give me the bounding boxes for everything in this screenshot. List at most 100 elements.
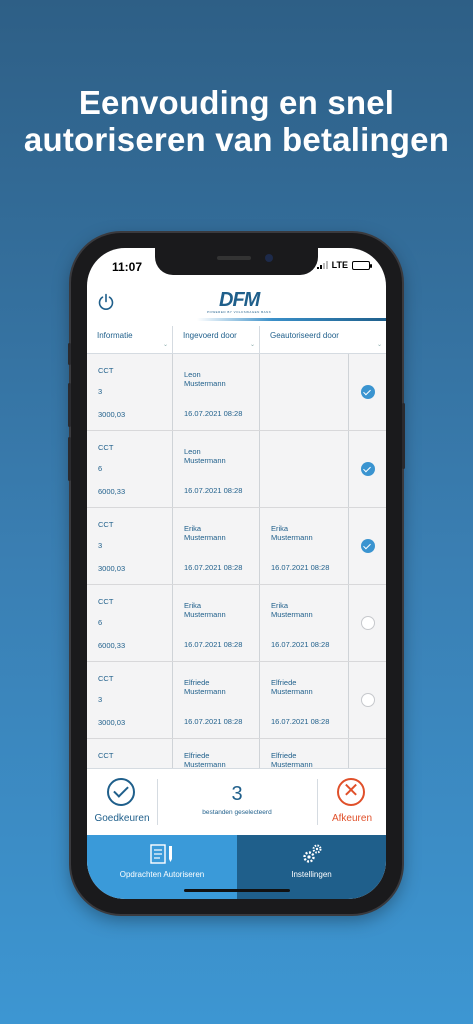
authorized-by-name: Elfriede Mustermann xyxy=(271,678,313,696)
column-header-info[interactable]: Informatie ⌄ xyxy=(87,326,173,353)
entered-by-name: Erika Mustermann xyxy=(184,601,226,619)
entered-date: 16.07.2021 08:28 xyxy=(184,563,243,572)
payment-count: 3 xyxy=(98,387,103,396)
cell-entered-by: Erika Mustermann 16.07.2021 08:28 xyxy=(173,508,260,584)
cell-entered-by: Leon Mustermann 16.07.2021 08:28 xyxy=(173,431,260,507)
authorized-date: 16.07.2021 08:28 xyxy=(271,717,330,726)
authorized-by-name: Elfriede Mustermann xyxy=(271,751,313,768)
table-row[interactable]: CCT 3 3000,03 Erika Mustermann 16.07.2021… xyxy=(87,508,386,585)
payment-type: CCT xyxy=(98,366,114,375)
signal-icon xyxy=(316,261,328,269)
payment-count: 3 xyxy=(98,541,103,550)
cell-info: CCT 3 3000,03 xyxy=(87,354,173,430)
cell-entered-by: Leon Mustermann 16.07.2021 08:28 xyxy=(173,354,260,430)
row-checkbox-checked[interactable] xyxy=(361,385,375,399)
column-header-entered-by[interactable]: Ingevoerd door ⌄ xyxy=(173,326,260,353)
home-indicator xyxy=(184,889,290,892)
tab-authorize-label: Opdrachten Autoriseren xyxy=(119,870,205,879)
cell-entered-by: Elfriede Mustermann xyxy=(173,739,260,768)
cell-info: CCT 3 3000,03 xyxy=(87,508,173,584)
logo-text: DFM xyxy=(219,289,260,311)
phone-mute-switch xyxy=(68,343,71,365)
gears-icon xyxy=(302,844,321,863)
payment-count: 6 xyxy=(98,464,103,473)
app-header: DFM POWERED BY VOLKSWAGEN BANK xyxy=(87,284,386,321)
payment-amount: 3000,03 xyxy=(98,410,126,419)
front-camera xyxy=(265,254,273,262)
payment-count: 3 xyxy=(98,695,103,704)
payment-type: CCT xyxy=(98,597,114,606)
cell-info: CCT 6 6000,33 xyxy=(87,431,173,507)
network-label: LTE xyxy=(331,260,348,270)
entered-by-name: Leon Mustermann xyxy=(184,370,226,388)
document-edit-icon xyxy=(150,844,172,864)
header-accent-stripe xyxy=(197,318,386,321)
sort-icon: ⌄ xyxy=(162,342,168,348)
entered-date: 16.07.2021 08:28 xyxy=(184,409,243,418)
authorized-by-name: Erika Mustermann xyxy=(271,601,313,619)
row-checkbox-checked[interactable] xyxy=(361,462,375,476)
check-circle-icon xyxy=(107,778,135,806)
status-indicators: LTE xyxy=(316,260,372,270)
battery-icon xyxy=(352,260,372,270)
approve-label: Goedkeuren xyxy=(94,813,150,824)
table-row[interactable]: CCT Elfriede Mustermann Elfriede Musterman… xyxy=(87,739,386,768)
payment-count: 6 xyxy=(98,618,103,627)
entered-date: 16.07.2021 08:28 xyxy=(184,486,243,495)
close-circle-icon[interactable]: ✕ xyxy=(337,778,365,806)
column-header-entered-label: Ingevoerd door xyxy=(183,331,237,340)
phone-volume-down xyxy=(68,437,71,481)
table-row[interactable]: CCT 6 6000,33 Leon Mustermann 16.07.2021 … xyxy=(87,431,386,508)
row-checkbox-unchecked[interactable] xyxy=(361,616,375,630)
sort-icon: ⌄ xyxy=(376,342,382,348)
column-header-authorized-by[interactable]: Geautoriseerd door ⌄ xyxy=(260,326,386,353)
entered-by-name: Erika Mustermann xyxy=(184,524,226,542)
cell-authorized-by: Elfriede Mustermann 16.07.2021 08:28 xyxy=(260,662,349,738)
tab-settings-label: Instellingen xyxy=(291,870,332,879)
divider xyxy=(317,779,318,825)
authorized-by-name: Erika Mustermann xyxy=(271,524,313,542)
headline-line-1: Eenvouding en snel xyxy=(78,84,395,121)
speaker xyxy=(217,256,251,260)
notch xyxy=(155,248,318,275)
cell-info: CCT xyxy=(87,739,173,768)
sort-icon: ⌄ xyxy=(249,342,255,348)
payment-type: CCT xyxy=(98,520,114,529)
table-row[interactable]: CCT 3 3000,03 Elfriede Mustermann 16.07.2… xyxy=(87,662,386,739)
power-icon[interactable] xyxy=(96,292,116,312)
row-checkbox-unchecked[interactable] xyxy=(361,693,375,707)
entered-by-name: Elfriede Mustermann xyxy=(184,751,226,768)
cell-authorized-by: Elfriede Mustermann xyxy=(260,739,349,768)
table-row[interactable]: CCT 6 6000,33 Erika Mustermann 16.07.2021… xyxy=(87,585,386,662)
authorized-date: 16.07.2021 08:28 xyxy=(271,563,330,572)
phone-screen: 11:07 LTE DFM POWERED BY VOLKSWAGEN BANK… xyxy=(87,248,386,899)
entered-date: 16.07.2021 08:28 xyxy=(184,717,243,726)
column-header-authorized-label: Geautoriseerd door xyxy=(270,331,339,340)
cell-authorized-by: Erika Mustermann 16.07.2021 08:28 xyxy=(260,585,349,661)
headline-line-2: autoriseren van betalingen xyxy=(23,121,450,158)
authorized-date: 16.07.2021 08:28 xyxy=(271,640,330,649)
row-checkbox-checked[interactable] xyxy=(361,539,375,553)
cell-authorized-by: Erika Mustermann 16.07.2021 08:28 xyxy=(260,508,349,584)
action-bar: Goedkeuren 3 bestanden geselecteerd ✕ Af… xyxy=(87,768,386,835)
phone-volume-up xyxy=(68,383,71,427)
promo-headline: Eenvouding en snel autoriseren van betal… xyxy=(0,84,473,158)
logo-subtitle: POWERED BY VOLKSWAGEN BANK xyxy=(207,310,272,314)
payment-type: CCT xyxy=(98,751,114,760)
approve-button[interactable]: Goedkeuren xyxy=(87,769,157,836)
payment-amount: 6000,33 xyxy=(98,487,126,496)
table-row[interactable]: CCT 3 3000,03 Leon Mustermann 16.07.2021 … xyxy=(87,354,386,431)
column-header-info-label: Informatie xyxy=(97,331,133,340)
payment-amount: 3000,03 xyxy=(98,564,126,573)
payment-type: CCT xyxy=(98,674,114,683)
cell-entered-by: Elfriede Mustermann 16.07.2021 08:28 xyxy=(173,662,260,738)
entered-by-name: Elfriede Mustermann xyxy=(184,678,226,696)
table-header: Informatie ⌄ Ingevoerd door ⌄ Geautorise… xyxy=(87,326,386,354)
status-time: 11:07 xyxy=(112,260,143,274)
selected-count-label: bestanden geselecteerd xyxy=(202,809,272,816)
cell-info: CCT 3 3000,03 xyxy=(87,662,173,738)
cell-entered-by: Erika Mustermann 16.07.2021 08:28 xyxy=(173,585,260,661)
selected-count: 3 xyxy=(231,783,243,805)
reject-button-label[interactable]: Afkeuren xyxy=(321,813,383,824)
payment-type: CCT xyxy=(98,443,114,452)
